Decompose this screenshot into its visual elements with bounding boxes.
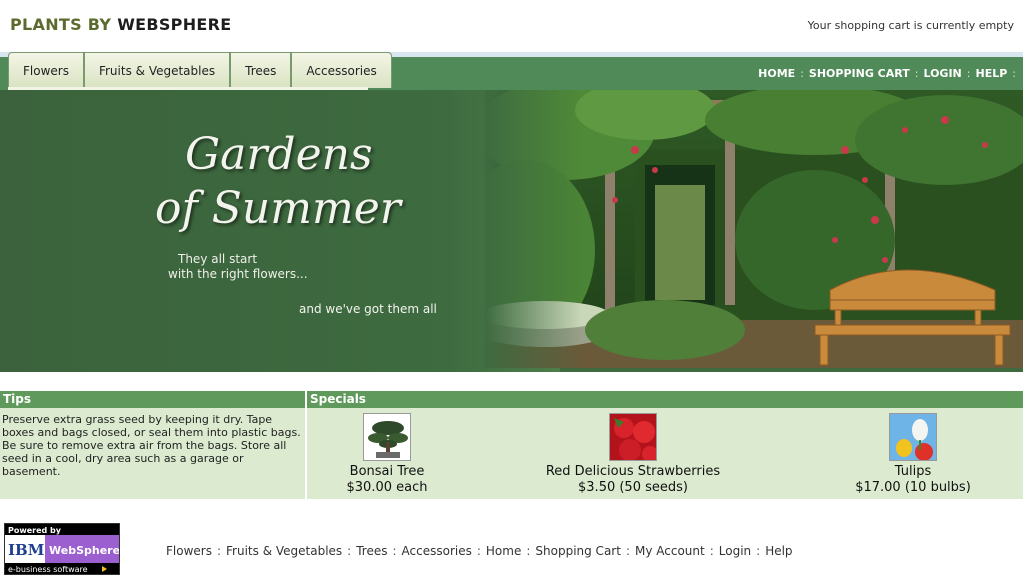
tab-flowers[interactable]: Flowers: [8, 52, 84, 88]
tab-trees[interactable]: Trees: [230, 52, 292, 88]
banner-subtitle-line1: They all start: [178, 252, 258, 266]
banner-subtitle: They all start with the right flowers...: [168, 252, 308, 282]
footer-link-login[interactable]: Login: [719, 544, 751, 558]
separator: :: [625, 544, 630, 558]
footer-link-my-account[interactable]: My Account: [635, 544, 705, 558]
tips-heading: Tips: [0, 391, 305, 408]
specials-heading: Specials: [307, 391, 1023, 408]
separator: :: [216, 544, 222, 558]
tab-fruits-vegetables[interactable]: Fruits & Vegetables: [83, 52, 231, 88]
separator: :: [1012, 67, 1016, 80]
top-link-shopping-cart[interactable]: SHOPPING CART: [809, 67, 910, 80]
logo-text-plants-by: PLANTS BY: [10, 15, 118, 34]
separator: :: [756, 544, 761, 558]
separator: :: [800, 67, 804, 80]
footer-link-shopping-cart[interactable]: Shopping Cart: [535, 544, 621, 558]
separator: :: [476, 544, 481, 558]
specials-panel: Specials Bonsai Tree $30.00 each Red Del…: [307, 391, 1023, 499]
ebusiness-text: e-business software: [8, 565, 88, 574]
special-name: Tulips: [894, 464, 932, 479]
top-link-login[interactable]: LOGIN: [923, 67, 961, 80]
banner-title: Gardens of Summer: [155, 128, 401, 236]
separator: :: [526, 544, 531, 558]
tulips-image[interactable]: [889, 413, 937, 461]
logo-text-websphere: WEBSPHERE: [117, 15, 232, 34]
special-price: $17.00 (10 bulbs): [855, 480, 971, 495]
top-link-help[interactable]: HELP: [975, 67, 1007, 80]
separator: :: [914, 67, 919, 80]
garden-photo: [485, 90, 1023, 368]
powered-by-text: Powered by: [8, 526, 62, 535]
special-item-strawberries[interactable]: Red Delicious Strawberries $3.50 (50 see…: [533, 413, 733, 496]
page-header: PLANTS BY WEBSPHERE Your shopping cart i…: [0, 0, 1023, 52]
banner-title-line1: Gardens: [185, 129, 373, 180]
websphere-text: WebSphere: [49, 544, 119, 557]
special-item-bonsai[interactable]: Bonsai Tree $30.00 each: [327, 413, 447, 496]
separator: :: [392, 544, 397, 558]
top-link-home[interactable]: HOME: [758, 67, 795, 80]
footer-link-trees[interactable]: Trees: [356, 544, 387, 558]
cart-status-text: Your shopping cart is currently empty: [807, 19, 1014, 32]
bonsai-tree-image[interactable]: [363, 413, 411, 461]
footer-link-home[interactable]: Home: [486, 544, 521, 558]
footer-link-flowers[interactable]: Flowers: [166, 544, 212, 558]
hero-banner: Gardens of Summer They all start with th…: [0, 90, 1023, 372]
banner-subtitle-line2: with the right flowers...: [168, 267, 308, 281]
special-name: Bonsai Tree: [349, 464, 425, 479]
banner-tagline: and we've got them all: [299, 302, 437, 316]
category-tabs: Flowers Fruits & Vegetables Trees Access…: [8, 52, 392, 90]
separator: :: [347, 544, 352, 558]
footer-link-help[interactable]: Help: [765, 544, 792, 558]
ibm-text: IBM: [8, 541, 44, 559]
footer-links: Flowers: Fruits & Vegetables: Trees: Acc…: [166, 544, 793, 558]
footer-link-accessories[interactable]: Accessories: [402, 544, 472, 558]
site-logo[interactable]: PLANTS BY WEBSPHERE: [10, 15, 231, 34]
special-price: $30.00 each: [346, 480, 428, 495]
banner-title-line2: of Summer: [155, 183, 401, 234]
tab-accessories[interactable]: Accessories: [291, 52, 392, 88]
special-item-tulips[interactable]: Tulips $17.00 (10 bulbs): [838, 413, 988, 496]
tips-text: Preserve extra grass seed by keeping it …: [2, 413, 301, 478]
info-section: Tips Preserve extra grass seed by keepin…: [0, 391, 1023, 499]
powered-by-websphere-badge[interactable]: Powered by IBM WebSphere e-business soft…: [4, 523, 120, 575]
special-price: $3.50 (50 seeds): [578, 480, 688, 495]
tips-panel: Tips Preserve extra grass seed by keepin…: [0, 391, 305, 499]
special-name: Red Delicious Strawberries: [545, 464, 721, 479]
separator: :: [709, 544, 714, 558]
separator: :: [966, 67, 971, 80]
strawberries-image[interactable]: [609, 413, 657, 461]
top-links: HOME: SHOPPING CART: LOGIN: HELP:: [758, 67, 1021, 80]
footer-link-fruits-vegetables[interactable]: Fruits & Vegetables: [226, 544, 342, 558]
